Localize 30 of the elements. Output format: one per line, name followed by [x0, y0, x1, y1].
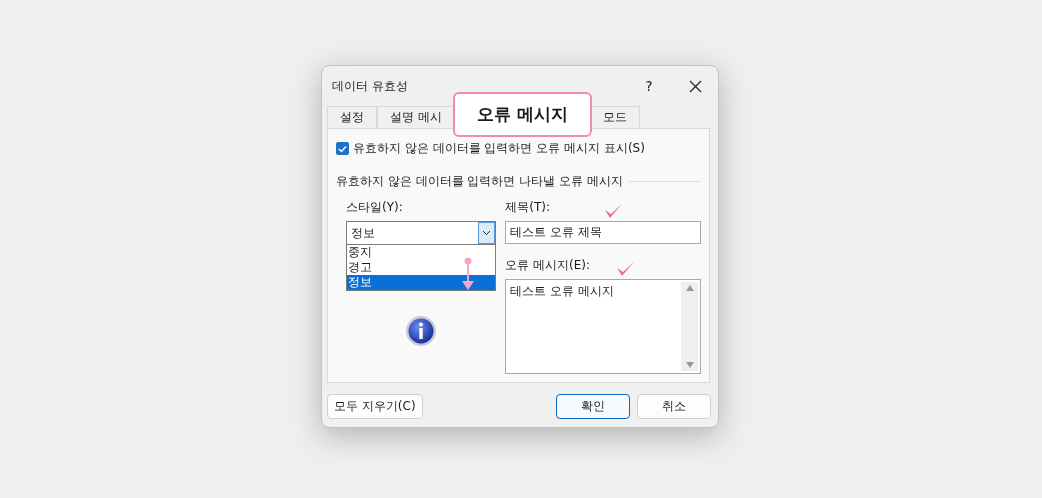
dialog-button[interactable]: 확인: [556, 394, 630, 419]
tab[interactable]: 설명 메시: [377, 106, 455, 128]
dialog-button[interactable]: 모두 지우기(C): [327, 394, 423, 419]
group-title: 유효하지 않은 데이터를 입력하면 나타낼 오류 메시지: [336, 173, 623, 190]
tab[interactable]: 모드: [589, 106, 640, 128]
scroll-down-icon[interactable]: [685, 362, 694, 368]
chevron-down-icon: [482, 230, 492, 236]
checkbox-label: 유효하지 않은 데이터를 입력하면 오류 메시지 표시(S): [353, 140, 645, 157]
check-mark-icon: [617, 262, 635, 276]
message-label: 오류 메시지(E):: [505, 257, 591, 274]
checkbox[interactable]: [336, 142, 349, 155]
tab[interactable]: 설정: [327, 106, 377, 128]
tab[interactable]: 오류 메시지: [452, 92, 592, 137]
title-label: 제목(T):: [505, 199, 550, 216]
close-icon: [688, 79, 702, 93]
message-field[interactable]: 테스트 오류 메시지: [505, 279, 701, 374]
info-icon: [405, 315, 438, 347]
title-field[interactable]: 테스트 오류 제목: [505, 221, 701, 244]
dropdown-option[interactable]: 중지: [347, 245, 496, 260]
down-arrow-icon: [462, 257, 474, 290]
dropdown-option[interactable]: 경고: [347, 260, 496, 275]
dropdown-option[interactable]: 정보: [347, 275, 496, 290]
window-title: 데이터 유효성: [332, 77, 409, 95]
dropdown-button[interactable]: [478, 222, 496, 244]
style-label: 스타일(Y):: [346, 199, 404, 216]
dialog-button[interactable]: 취소: [637, 394, 711, 419]
check-mark-icon: [605, 204, 623, 218]
scroll-up-icon[interactable]: [685, 285, 694, 291]
help-button[interactable]: ?: [626, 78, 672, 94]
style-dropdown[interactable]: 정보: [346, 221, 497, 245]
